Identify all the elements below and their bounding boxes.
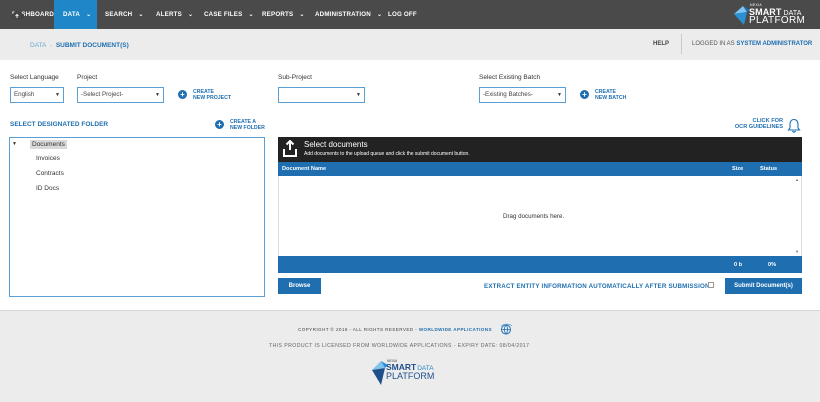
submit-documents-button[interactable]: Submit Document(s) <box>725 278 802 294</box>
batch-label: Select Existing Batch <box>479 74 541 81</box>
dropdown-arrow-icon: ▼ <box>356 92 361 98</box>
project-label: Project <box>77 74 98 81</box>
project-select[interactable]: -Select Project- ▼ <box>77 87 164 103</box>
dropdown-arrow-icon: ▼ <box>557 92 562 98</box>
chevron-down-icon: ⌄ <box>376 12 383 18</box>
nav-item-data[interactable]: DATA ⌄ <box>54 0 97 29</box>
footer-logo-line2: PLATFORM <box>386 371 435 381</box>
globe-icon <box>500 323 513 335</box>
tree-collapse-icon[interactable]: ▼ <box>12 141 17 147</box>
batch-value: -Existing Batches- <box>483 91 533 98</box>
create-folder-line2: NEW FOLDER <box>230 125 265 131</box>
tree-node-id-docs[interactable]: ID Docs <box>36 185 59 192</box>
company-link[interactable]: WORLDWIDE APPLICATIONS <box>419 327 492 332</box>
chevron-down-icon: ⌄ <box>187 12 194 18</box>
total-status: 0% <box>768 262 777 268</box>
dropdown-arrow-icon: ▼ <box>55 92 60 98</box>
scroll-up-icon[interactable]: ▲ <box>795 177 799 182</box>
divider <box>681 34 682 54</box>
nav-label: ALERTS <box>156 11 182 18</box>
upload-subtitle: Add documents to the upload queue and cl… <box>304 151 470 157</box>
brand-logo[interactable]: NEXIA SMART DATA PLATFORM <box>732 3 816 26</box>
upload-table-footer <box>278 256 802 273</box>
browse-button[interactable]: Browse <box>278 278 321 294</box>
create-new-folder-link[interactable]: CREATE A NEW FOLDER <box>230 119 265 131</box>
create-new-project-link[interactable]: CREATE NEW PROJECT <box>193 89 231 101</box>
folder-section-title: SELECT DESIGNATED FOLDER <box>10 121 109 128</box>
logged-in-as: LOGGED IN AS SYSTEM ADMINISTRATOR <box>692 41 812 47</box>
add-folder-icon[interactable]: + <box>215 120 224 129</box>
scroll-down-icon[interactable]: ▼ <box>795 249 799 254</box>
page-title: SUBMIT DOCUMENT(S) <box>55 42 129 49</box>
add-project-icon[interactable]: + <box>178 90 187 99</box>
tree-node-documents[interactable]: Documents <box>30 140 67 149</box>
bell-icon[interactable] <box>787 118 801 133</box>
cloud-upload-icon <box>10 10 24 20</box>
breadcrumb-parent[interactable]: DATA <box>30 42 46 49</box>
total-size: 0 b <box>734 262 743 268</box>
drop-zone-text: Drag documents here. <box>503 213 565 220</box>
language-value: English <box>14 91 35 98</box>
nav-item-search[interactable]: SEARCH ⌄ <box>105 0 144 29</box>
breadcrumb-separator: - <box>49 42 52 49</box>
nav-item-alerts[interactable]: ALERTS ⌄ <box>156 0 193 29</box>
nav-item-case-files[interactable]: CASE FILES ⌄ <box>204 0 254 29</box>
tree-node-invoices[interactable]: Invoices <box>36 155 60 162</box>
tree-node-contracts[interactable]: Contracts <box>36 170 64 177</box>
language-select[interactable]: English ▼ <box>10 87 64 103</box>
upload-title: Select documents <box>304 140 368 149</box>
footer <box>0 310 820 402</box>
current-user[interactable]: SYSTEM ADMINISTRATOR <box>736 41 812 47</box>
nav-item-log-off[interactable]: LOG OFF <box>388 0 417 29</box>
footer-logo: NEXIA SMARTDATA PLATFORM <box>371 357 441 387</box>
upload-table-header <box>278 162 802 176</box>
nav-item-administration[interactable]: ADMINISTRATION ⌄ <box>315 0 382 29</box>
copyright-prefix: COPYRIGHT © 2016 - ALL RIGHTS RESERVED - <box>298 327 418 332</box>
nav-label: REPORTS <box>262 11 294 18</box>
nav-item-reports[interactable]: REPORTS ⌄ <box>262 0 305 29</box>
chevron-down-icon: ⌄ <box>86 12 92 18</box>
logged-in-prefix: LOGGED IN AS <box>692 41 735 47</box>
create-batch-line2: NEW BATCH <box>595 95 627 101</box>
column-size: Size <box>732 166 744 172</box>
nav-label: SEARCH <box>105 11 133 18</box>
column-status: Status <box>760 166 778 172</box>
brand-line2: PLATFORM <box>749 15 806 26</box>
subproject-label: Sub-Project <box>278 74 312 81</box>
language-label: Select Language <box>10 74 59 81</box>
nav-label: ADMINISTRATION <box>315 11 371 18</box>
breadcrumb: DATA - SUBMIT DOCUMENT(S) <box>30 42 129 49</box>
chevron-down-icon: ⌄ <box>248 12 254 18</box>
extract-entity-label: EXTRACT ENTITY INFORMATION AUTOMATICALLY… <box>484 283 710 290</box>
nav-label: LOG OFF <box>388 11 417 18</box>
license-text: THIS PRODUCT IS LICENSED FROM WORLDWIDE … <box>269 343 530 349</box>
ocr-line2: OCR GUIDELINES <box>734 124 783 130</box>
upload-icon <box>283 140 297 157</box>
extract-entity-checkbox[interactable] <box>708 282 714 288</box>
add-batch-icon[interactable]: + <box>580 90 589 99</box>
copyright-text: COPYRIGHT © 2016 - ALL RIGHTS RESERVED -… <box>298 327 492 332</box>
batch-select[interactable]: -Existing Batches- ▼ <box>479 87 566 103</box>
nav-label: CASE FILES <box>204 11 243 18</box>
create-project-line2: NEW PROJECT <box>193 95 232 101</box>
subproject-select[interactable]: ▼ <box>278 87 365 103</box>
dropdown-arrow-icon: ▼ <box>155 92 160 98</box>
project-value: -Select Project- <box>81 91 124 98</box>
help-link[interactable]: HELP <box>653 41 669 47</box>
chevron-down-icon: ⌄ <box>138 12 144 18</box>
nav-label: DATA <box>63 11 81 18</box>
create-new-batch-link[interactable]: CREATE NEW BATCH <box>595 89 626 101</box>
column-document-name: Document Name <box>282 166 327 172</box>
chevron-down-icon: ⌄ <box>299 12 305 18</box>
ocr-guidelines-link[interactable]: CLICK FOR OCR GUIDELINES <box>733 118 783 130</box>
